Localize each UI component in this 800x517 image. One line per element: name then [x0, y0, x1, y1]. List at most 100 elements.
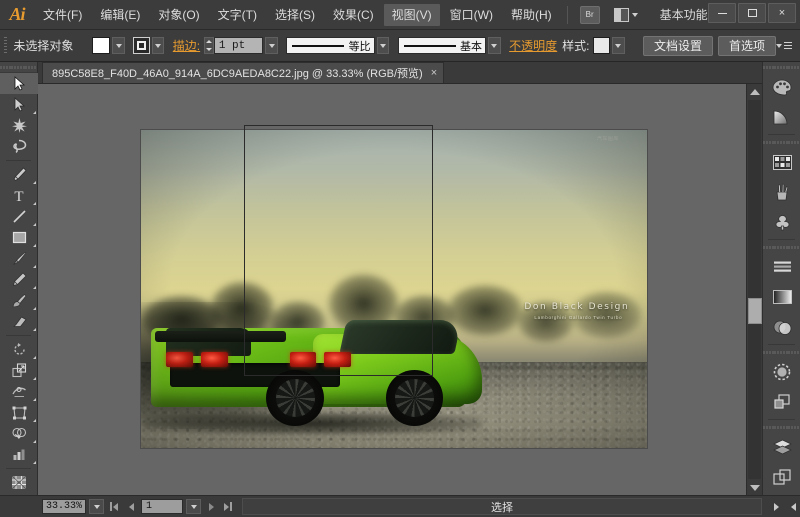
status-prev-icon[interactable]	[786, 499, 800, 514]
brush-definition-select[interactable]: 基本	[398, 37, 486, 54]
line-segment-tool[interactable]	[0, 206, 38, 227]
car-wheel	[386, 370, 444, 426]
brushes-panel-icon[interactable]	[763, 177, 800, 207]
column-graph-tool[interactable]	[0, 444, 38, 465]
document-tab[interactable]: 895C58E8_F40D_46A0_914A_6DC9AEDA8C22.jpg…	[42, 62, 444, 83]
pencil-tool[interactable]	[0, 269, 38, 290]
fill-color-swatch[interactable]	[92, 37, 111, 54]
graphic-style-swatch[interactable]	[593, 37, 610, 54]
stroke-weight-input[interactable]: 1 pt	[214, 37, 263, 54]
rotate-tool[interactable]	[0, 339, 38, 360]
type-tool[interactable]: T	[0, 185, 38, 206]
close-button[interactable]: ×	[768, 3, 796, 23]
document-setup-button[interactable]: 文档设置	[643, 36, 713, 56]
layers-panel-icon[interactable]	[763, 432, 800, 462]
artboards-panel-icon[interactable]	[763, 462, 800, 492]
magic-wand-tool[interactable]	[0, 115, 38, 136]
graphic-style-dropdown[interactable]	[612, 37, 625, 54]
document-tab-title: 895C58E8_F40D_46A0_914A_6DC9AEDA8C22.jpg…	[52, 65, 423, 81]
artboard-navigation-dropdown[interactable]	[186, 499, 201, 514]
paintbrush-tool[interactable]	[0, 248, 38, 269]
status-next-icon[interactable]	[769, 499, 783, 514]
maximize-button[interactable]	[738, 3, 766, 23]
gradient-panel-icon[interactable]	[763, 282, 800, 312]
free-transform-tool[interactable]	[0, 402, 38, 423]
menu-item-file[interactable]: 文件(F)	[35, 4, 90, 26]
control-bar-grip[interactable]	[4, 37, 7, 55]
go-to-bridge-button[interactable]: Br	[580, 6, 600, 24]
stroke-weight-stepper[interactable]	[204, 37, 214, 54]
opacity-label[interactable]: 不透明度	[509, 37, 557, 54]
menu-item-help[interactable]: 帮助(H)	[503, 4, 560, 26]
menu-item-type[interactable]: 文字(T)	[210, 4, 265, 26]
artboard-number-input[interactable]: 1	[141, 499, 183, 514]
stroke-label[interactable]: 描边:	[173, 37, 200, 54]
appearance-panel-icon[interactable]	[763, 387, 800, 417]
preferences-button[interactable]: 首选项	[718, 36, 776, 56]
pen-tool[interactable]	[0, 164, 38, 185]
rectangle-tool[interactable]	[0, 227, 38, 248]
next-artboard-button[interactable]	[204, 499, 218, 514]
svg-text:T: T	[14, 189, 23, 203]
vertical-scrollbar-thumb[interactable]	[748, 298, 762, 324]
menu-item-edit[interactable]: 编辑(E)	[92, 4, 148, 26]
document-tab-bar: 895C58E8_F40D_46A0_914A_6DC9AEDA8C22.jpg…	[38, 62, 762, 84]
control-bar-menu-button[interactable]	[776, 42, 792, 49]
close-icon[interactable]: ×	[431, 68, 437, 79]
stroke-profile-select[interactable]: 等比	[286, 37, 374, 54]
previous-artboard-button[interactable]	[124, 499, 138, 514]
stroke-profile-dropdown[interactable]	[377, 37, 390, 54]
workspace-switcher-label[interactable]: 基本功能	[660, 6, 708, 23]
first-artboard-button[interactable]	[107, 499, 121, 514]
vertical-scrollbar[interactable]	[746, 84, 762, 495]
mesh-tool[interactable]	[0, 472, 38, 493]
status-display[interactable]: 选择	[242, 498, 762, 515]
canvas-viewport[interactable]: Don Black Design Lamborghini Gallardo Tw…	[38, 84, 746, 495]
selection-tool[interactable]	[0, 73, 38, 94]
paragraph-styles-panel-icon[interactable]	[763, 252, 800, 282]
eraser-tool[interactable]	[0, 311, 38, 332]
color-guide-panel-icon[interactable]	[763, 102, 800, 132]
fill-color-dropdown[interactable]	[112, 37, 125, 54]
menu-bar: Ai 文件(F) 编辑(E) 对象(O) 文字(T) 选择(S) 效果(C) 视…	[0, 0, 800, 30]
stroke-color-swatch[interactable]	[133, 37, 149, 54]
artboard[interactable]: Don Black Design Lamborghini Gallardo Tw…	[141, 130, 647, 448]
symbols-panel-icon[interactable]	[763, 207, 800, 237]
artwork-title: Don Black Design	[524, 302, 629, 313]
scroll-down-icon[interactable]	[747, 480, 762, 495]
direct-selection-tool[interactable]	[0, 94, 38, 115]
scroll-up-icon[interactable]	[747, 84, 762, 99]
menu-item-select[interactable]: 选择(S)	[267, 4, 323, 26]
window-controls: ×	[708, 3, 796, 23]
dock-group-grip-4[interactable]	[763, 422, 800, 432]
swatches-panel-icon[interactable]	[763, 147, 800, 177]
shape-builder-tool[interactable]	[0, 423, 38, 444]
menu-item-object[interactable]: 对象(O)	[150, 4, 207, 26]
arrange-documents-button[interactable]	[614, 6, 638, 24]
stroke-color-dropdown[interactable]	[152, 37, 165, 54]
width-tool[interactable]	[0, 381, 38, 402]
scale-tool[interactable]	[0, 360, 38, 381]
dock-group-grip[interactable]	[763, 137, 800, 147]
blob-brush-tool[interactable]	[0, 290, 38, 311]
vertical-scrollbar-track[interactable]	[748, 100, 761, 479]
brush-definition-dropdown[interactable]	[488, 37, 501, 54]
dock-group-grip-2[interactable]	[763, 242, 800, 252]
car-wheel	[266, 370, 324, 426]
menu-item-effect[interactable]: 效果(C)	[325, 4, 382, 26]
stroke-weight-dropdown[interactable]	[265, 37, 278, 54]
stroke-panel-icon[interactable]	[763, 357, 800, 387]
menu-item-window[interactable]: 窗口(W)	[442, 4, 501, 26]
color-panel-icon[interactable]	[763, 72, 800, 102]
minimize-button[interactable]	[708, 3, 736, 23]
menu-divider	[567, 6, 568, 24]
menu-item-view[interactable]: 视图(V)	[384, 4, 440, 26]
last-artboard-button[interactable]	[221, 499, 235, 514]
tools-panel-grip[interactable]	[0, 62, 37, 73]
panel-dock-grip[interactable]	[763, 62, 800, 72]
zoom-level-input[interactable]: 33.33%	[42, 499, 86, 514]
lasso-tool[interactable]	[0, 136, 38, 157]
transparency-panel-icon[interactable]	[763, 312, 800, 342]
dock-group-grip-3[interactable]	[763, 347, 800, 357]
zoom-level-dropdown[interactable]	[89, 499, 104, 514]
